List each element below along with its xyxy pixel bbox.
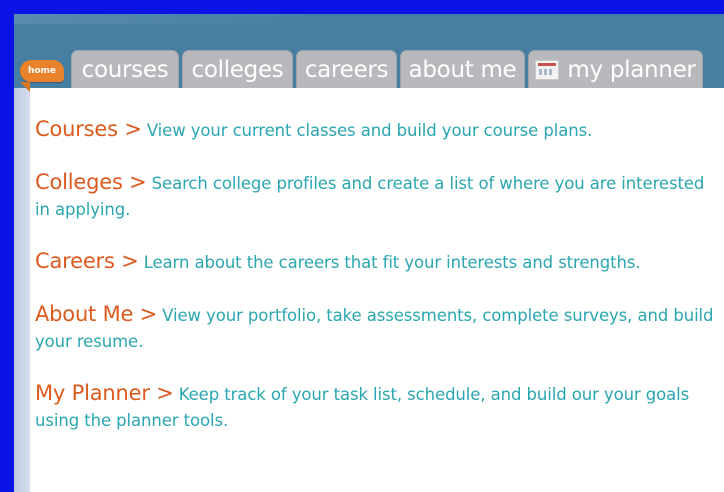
about-me-link[interactable]: About Me >	[35, 302, 157, 326]
section-careers: Careers > Learn about the careers that f…	[35, 248, 720, 276]
careers-link[interactable]: Careers >	[35, 249, 139, 273]
tab-careers[interactable]: careers	[296, 50, 397, 88]
tab-about-me[interactable]: about me	[400, 50, 525, 88]
my-planner-link[interactable]: My Planner >	[35, 381, 174, 405]
section-courses: Courses > View your current classes and …	[35, 116, 720, 144]
calendar-icon	[535, 59, 560, 80]
home-tab-label: home	[27, 66, 57, 76]
section-colleges: Colleges > Search college profiles and c…	[35, 169, 720, 223]
section-my-planner: My Planner > Keep track of your task lis…	[35, 380, 720, 434]
careers-description: Learn about the careers that fit your in…	[143, 253, 641, 272]
home-tab[interactable]: home	[20, 60, 64, 82]
tab-my-planner[interactable]: my planner	[528, 50, 703, 88]
home-tab-notch	[20, 82, 30, 92]
section-list: Courses > View your current classes and …	[35, 116, 720, 459]
tab-colleges-label: colleges	[191, 56, 284, 83]
section-about-me: About Me > View your portfolio, take ass…	[35, 301, 720, 355]
tab-courses-label: courses	[81, 56, 169, 83]
tab-courses[interactable]: courses	[71, 50, 179, 88]
tab-my-planner-label: my planner	[567, 56, 696, 83]
tab-careers-label: careers	[304, 56, 389, 83]
courses-link[interactable]: Courses >	[35, 117, 142, 141]
tab-colleges[interactable]: colleges	[182, 50, 293, 88]
tab-about-me-label: about me	[408, 56, 517, 83]
left-rail	[14, 88, 30, 492]
header-highlight	[14, 14, 314, 24]
courses-description: View your current classes and build your…	[146, 121, 593, 140]
colleges-link[interactable]: Colleges >	[35, 170, 147, 194]
